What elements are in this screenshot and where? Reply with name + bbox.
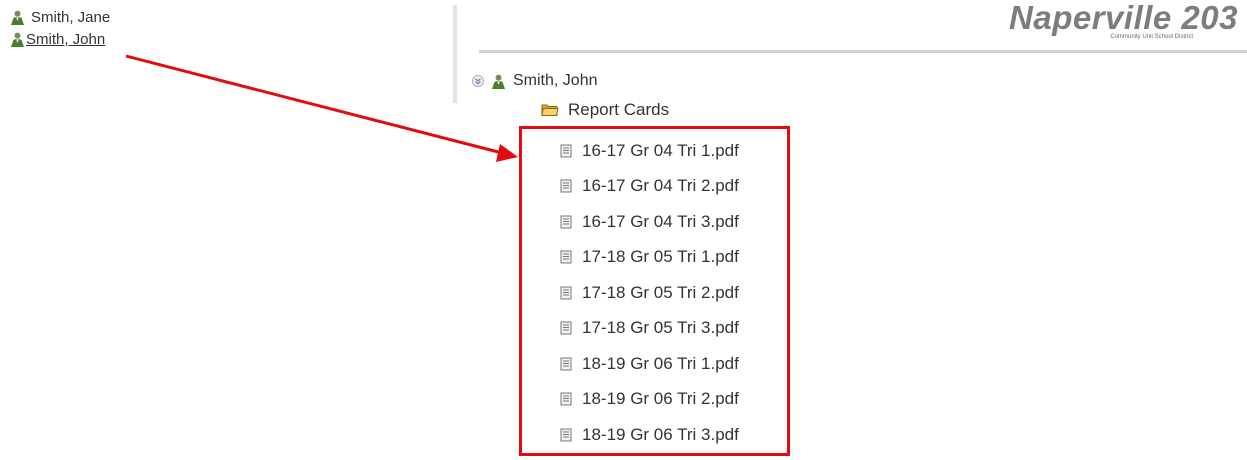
document-icon bbox=[560, 250, 572, 264]
student-item-john[interactable]: Smith, John bbox=[10, 28, 110, 50]
tree-node-student[interactable]: Smith, John bbox=[472, 70, 597, 92]
logo-wordmark: Naperville 203 bbox=[1009, 0, 1238, 36]
document-icon bbox=[560, 321, 572, 335]
person-icon bbox=[491, 74, 506, 89]
document-icon bbox=[560, 392, 572, 406]
file-name: 18-19 Gr 06 Tri 1.pdf bbox=[582, 353, 739, 373]
report-card-page: Smith, Jane Smith, John Naperville 203 C… bbox=[0, 0, 1247, 460]
file-item[interactable]: 16-17 Gr 04 Tri 2.pdf bbox=[560, 169, 739, 205]
person-icon bbox=[10, 10, 25, 25]
document-icon bbox=[560, 286, 572, 300]
student-item-jane[interactable]: Smith, Jane bbox=[10, 6, 110, 28]
file-item[interactable]: 18-19 Gr 06 Tri 3.pdf bbox=[560, 417, 739, 453]
folder-icon bbox=[541, 103, 559, 117]
student-name-link[interactable]: Smith, John bbox=[26, 31, 105, 48]
document-icon bbox=[560, 428, 572, 442]
collapse-chevron-icon[interactable] bbox=[472, 75, 484, 87]
file-item[interactable]: 18-19 Gr 06 Tri 2.pdf bbox=[560, 382, 739, 418]
person-icon bbox=[10, 32, 25, 47]
file-name: 16-17 Gr 04 Tri 1.pdf bbox=[582, 140, 739, 160]
folder-label: Report Cards bbox=[568, 100, 670, 119]
file-item[interactable]: 17-18 Gr 05 Tri 2.pdf bbox=[560, 275, 739, 311]
file-name: 17-18 Gr 05 Tri 3.pdf bbox=[582, 318, 739, 338]
file-name: 16-17 Gr 04 Tri 2.pdf bbox=[582, 176, 739, 196]
document-icon bbox=[560, 179, 572, 193]
logo-subtitle: Community Unit School District bbox=[1110, 34, 1193, 40]
header-rule bbox=[479, 50, 1247, 53]
tree-node-folder[interactable]: Report Cards bbox=[541, 99, 669, 121]
student-list: Smith, Jane Smith, John bbox=[10, 6, 110, 50]
district-logo: Naperville 203 Community Unit School Dis… bbox=[1003, 0, 1238, 45]
tree-student-label: Smith, John bbox=[513, 72, 598, 89]
panel-divider bbox=[453, 5, 457, 103]
file-name: 17-18 Gr 05 Tri 1.pdf bbox=[582, 247, 739, 267]
file-item[interactable]: 16-17 Gr 04 Tri 1.pdf bbox=[560, 133, 739, 169]
file-item[interactable]: 16-17 Gr 04 Tri 3.pdf bbox=[560, 204, 739, 240]
file-name: 18-19 Gr 06 Tri 2.pdf bbox=[582, 389, 739, 409]
file-name: 17-18 Gr 05 Tri 2.pdf bbox=[582, 282, 739, 302]
document-icon bbox=[560, 144, 572, 158]
document-icon bbox=[560, 357, 572, 371]
file-name: 18-19 Gr 06 Tri 3.pdf bbox=[582, 424, 739, 444]
file-item[interactable]: 17-18 Gr 05 Tri 1.pdf bbox=[560, 240, 739, 276]
file-list: 16-17 Gr 04 Tri 1.pdf 16-17 Gr 04 Tri 2.… bbox=[560, 133, 739, 453]
file-item[interactable]: 17-18 Gr 05 Tri 3.pdf bbox=[560, 311, 739, 347]
document-icon bbox=[560, 215, 572, 229]
student-name: Smith, Jane bbox=[31, 8, 111, 26]
file-item[interactable]: 18-19 Gr 06 Tri 1.pdf bbox=[560, 346, 739, 382]
file-name: 16-17 Gr 04 Tri 3.pdf bbox=[582, 211, 739, 231]
